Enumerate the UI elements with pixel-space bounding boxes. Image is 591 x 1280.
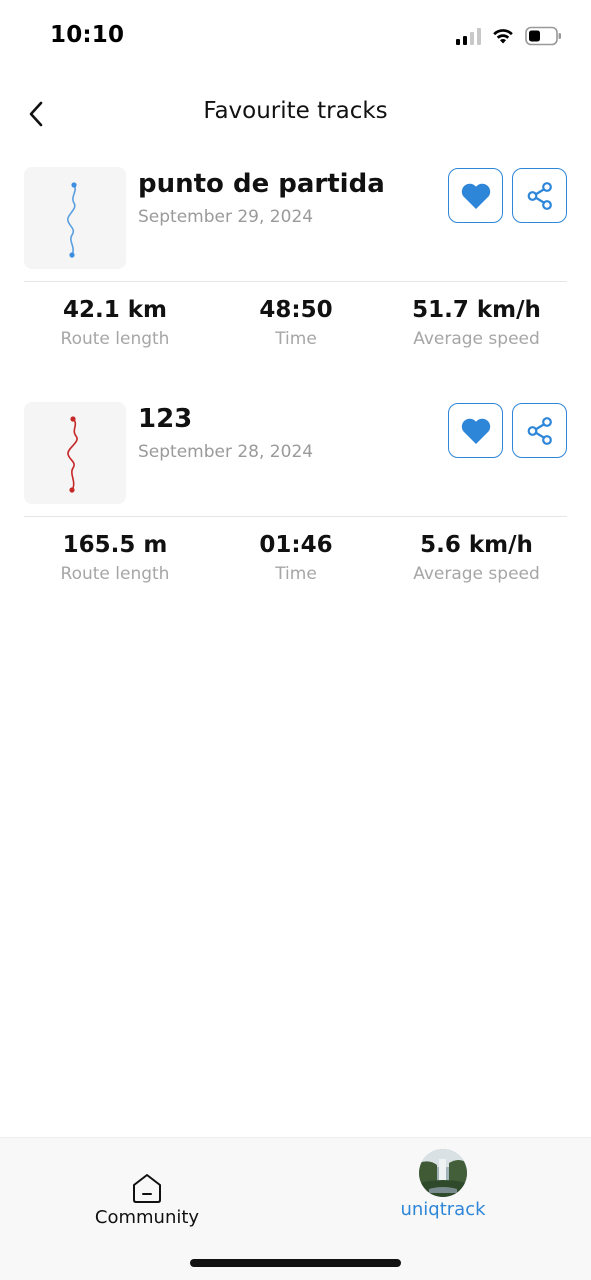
divider — [24, 281, 567, 282]
route-start-point — [71, 182, 77, 188]
favourite-button[interactable] — [448, 168, 503, 223]
track-header: 123 September 28, 2024 — [24, 402, 567, 506]
stat-average-speed: 5.6 km/h Average speed — [386, 528, 567, 584]
stat-value: 5.6 km/h — [420, 532, 533, 558]
tab-label: Community — [94, 1207, 200, 1228]
avatar — [419, 1149, 467, 1197]
tab-profile[interactable]: uniqtrack — [343, 1138, 543, 1220]
tab-community[interactable]: Community — [47, 1138, 247, 1228]
stat-time: 01:46 Time — [206, 528, 386, 584]
status-time: 10:10 — [50, 22, 125, 48]
track-name[interactable]: 123 — [138, 404, 192, 434]
share-icon — [527, 181, 552, 210]
share-button[interactable] — [512, 403, 567, 458]
stat-label: Route length — [60, 329, 170, 349]
route-start-point — [70, 416, 76, 422]
route-thumbnail[interactable] — [24, 167, 126, 269]
tab-label: uniqtrack — [400, 1199, 486, 1220]
route-preview — [67, 182, 77, 258]
track-stats: 165.5 m Route length 01:46 Time 5.6 km/h… — [24, 528, 567, 584]
track-card[interactable]: punto de partida September 29, 2024 42.1… — [24, 167, 567, 349]
route-preview — [67, 416, 78, 493]
route-thumbnail[interactable] — [24, 402, 126, 504]
stat-route-length: 165.5 m Route length — [24, 528, 206, 584]
status-icons — [456, 26, 563, 46]
share-button[interactable] — [512, 168, 567, 223]
track-header: punto de partida September 29, 2024 — [24, 167, 567, 271]
page-title: Favourite tracks — [203, 98, 388, 124]
nav-header: Favourite tracks — [0, 84, 591, 144]
stat-label: Time — [275, 329, 317, 349]
stat-label: Average speed — [413, 329, 540, 349]
stat-label: Route length — [60, 564, 170, 584]
heart-icon — [461, 183, 490, 209]
stat-label: Average speed — [413, 564, 540, 584]
stat-value: 01:46 — [259, 532, 333, 558]
track-name[interactable]: punto de partida — [138, 169, 385, 199]
stat-value: 51.7 km/h — [412, 297, 541, 323]
stat-average-speed: 51.7 km/h Average speed — [386, 293, 567, 349]
stat-value: 48:50 — [259, 297, 333, 323]
track-date: September 29, 2024 — [138, 207, 314, 227]
share-icon — [527, 416, 552, 445]
track-card[interactable]: 123 September 28, 2024 165.5 m Route len… — [24, 402, 567, 584]
stat-time: 48:50 Time — [206, 293, 386, 349]
track-date: September 28, 2024 — [138, 442, 314, 462]
wifi-icon — [493, 29, 513, 44]
home-icon — [133, 1174, 161, 1203]
route-end-point — [69, 487, 75, 493]
divider — [24, 516, 567, 517]
stat-label: Time — [275, 564, 317, 584]
stat-value: 165.5 m — [62, 532, 168, 558]
heart-icon — [461, 418, 490, 444]
favourite-button[interactable] — [448, 403, 503, 458]
home-indicator — [190, 1259, 401, 1267]
stat-route-length: 42.1 km Route length — [24, 293, 206, 349]
battery-icon — [525, 26, 561, 46]
route-end-point — [69, 252, 75, 258]
track-stats: 42.1 km Route length 48:50 Time 51.7 km/… — [24, 293, 567, 349]
stat-value: 42.1 km — [62, 297, 168, 323]
cellular-signal-icon — [456, 27, 481, 45]
status-bar: 10:10 — [0, 0, 591, 70]
